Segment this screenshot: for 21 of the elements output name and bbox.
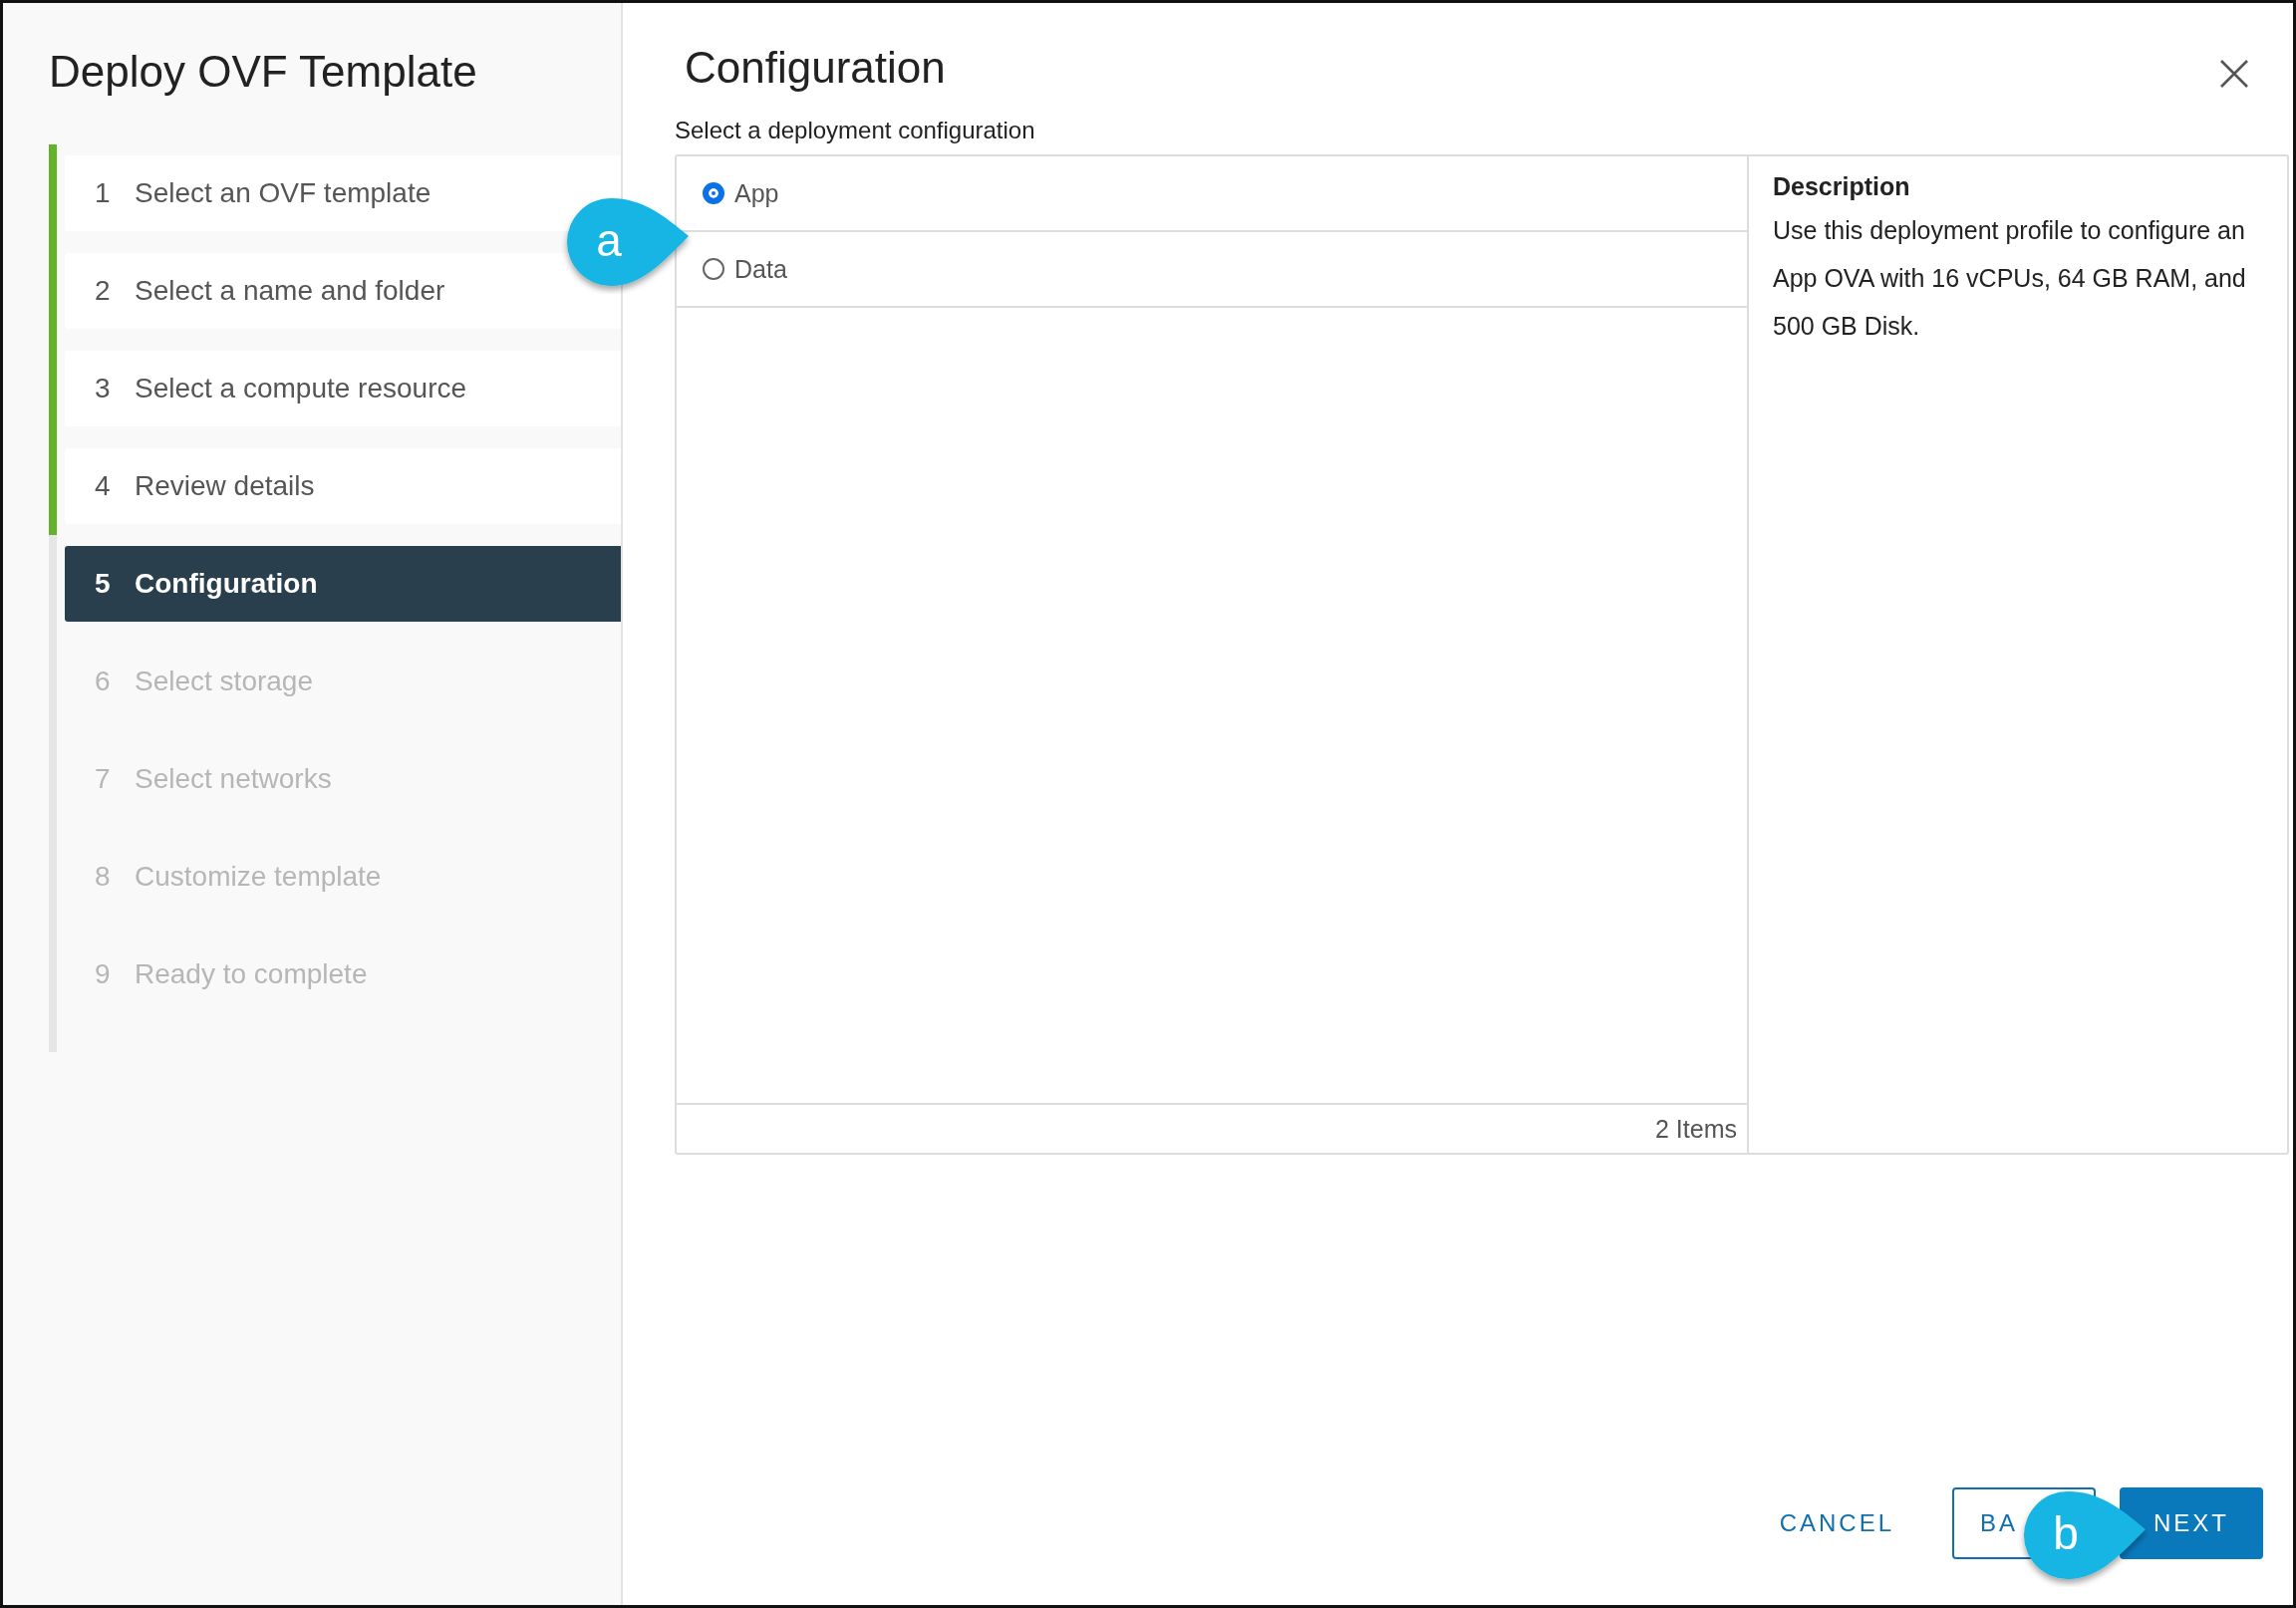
callout-tooltip: b bbox=[2024, 1491, 2146, 1579]
description-text: Use this deployment profile to configure an App OVA with 16 vCPUs, 64 GB RAM, and 500 GB Disk. bbox=[1773, 215, 2247, 342]
wizard-step[interactable]: 5 Configuration bbox=[65, 546, 621, 622]
callout-tooltip: a bbox=[567, 198, 689, 286]
wizard-step[interactable]: 3 Select a compute resource bbox=[65, 351, 621, 426]
wizard-button[interactable]: NEXT bbox=[2120, 1487, 2263, 1559]
radio-button[interactable] bbox=[703, 258, 724, 280]
description-heading: Description bbox=[1773, 171, 1911, 202]
option-label: Data bbox=[734, 254, 787, 284]
wizard-step[interactable]: 1 Select an OVF template bbox=[65, 155, 621, 231]
wizard-button[interactable]: CANCEL bbox=[1745, 1487, 1928, 1559]
radio-button[interactable] bbox=[703, 182, 724, 204]
wizard-title: Deploy OVF Template bbox=[49, 47, 478, 97]
option-row[interactable]: Data bbox=[677, 232, 1747, 308]
close-icon[interactable] bbox=[2219, 59, 2249, 89]
section-label: Select a deployment configuration bbox=[675, 117, 1036, 144]
wizard-step[interactable]: 4 Review details bbox=[65, 448, 621, 524]
option-label: App bbox=[734, 178, 779, 208]
option-row[interactable]: App bbox=[677, 156, 1747, 232]
page-title: Configuration bbox=[685, 43, 946, 93]
item-count: 2 Items bbox=[1655, 1114, 1737, 1144]
